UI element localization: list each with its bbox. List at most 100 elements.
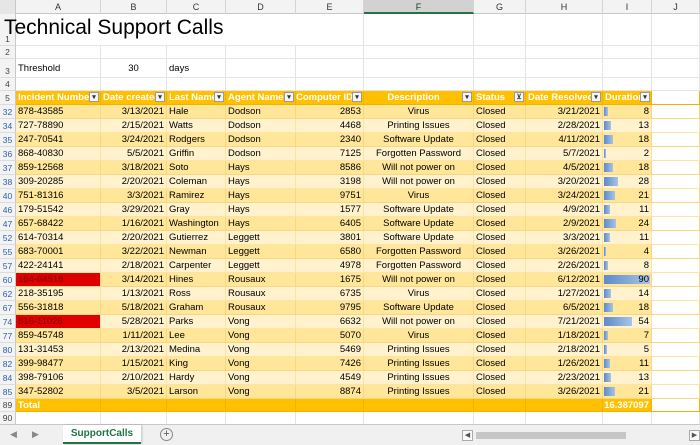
grid-cell[interactable] — [474, 14, 526, 46]
incident-number-cell[interactable]: 556-31818 — [16, 301, 101, 315]
duration-cell[interactable]: 11 — [603, 357, 652, 371]
grid-cell[interactable] — [652, 315, 700, 329]
column-header-g[interactable]: G — [474, 0, 526, 14]
column-header-a[interactable]: A — [16, 0, 101, 14]
agent-name-cell[interactable]: Vong — [226, 357, 296, 371]
incident-number-cell[interactable]: 164-64518 — [16, 273, 101, 287]
grid-cell[interactable] — [652, 203, 700, 217]
agent-name-cell[interactable]: Rousaux — [226, 273, 296, 287]
row-number[interactable]: 34 — [0, 119, 16, 133]
last-name-cell[interactable]: Soto — [167, 161, 226, 175]
date-created-cell[interactable]: 5/18/2021 — [101, 301, 167, 315]
grid-cell[interactable] — [652, 385, 700, 399]
description-cell[interactable]: Will not power on — [364, 161, 474, 175]
agent-name-cell[interactable]: Rousaux — [226, 287, 296, 301]
status-cell[interactable]: Closed — [474, 287, 526, 301]
grid-cell[interactable] — [474, 412, 526, 424]
grid-cell[interactable] — [652, 273, 700, 287]
grid-cell[interactable] — [652, 371, 700, 385]
filter-dropdown-icon[interactable]: ▾ — [462, 92, 472, 102]
grid-cell[interactable] — [226, 46, 296, 59]
grid-cell[interactable] — [364, 14, 474, 46]
status-cell[interactable]: Closed — [474, 371, 526, 385]
last-name-cell[interactable]: Rodgers — [167, 133, 226, 147]
date-created-cell[interactable]: 3/14/2021 — [101, 273, 167, 287]
description-cell[interactable]: Printing Issues — [364, 119, 474, 133]
agent-name-cell[interactable]: Leggett — [226, 245, 296, 259]
description-cell[interactable]: Virus — [364, 105, 474, 119]
date-resolved-cell[interactable]: 2/9/2021 — [526, 217, 603, 231]
duration-cell[interactable]: 90 — [603, 273, 652, 287]
total-value[interactable]: 16.387097 — [603, 399, 652, 412]
grid-cell[interactable] — [296, 46, 364, 59]
last-name-cell[interactable]: Newman — [167, 245, 226, 259]
status-cell[interactable]: Closed — [474, 329, 526, 343]
status-cell[interactable]: Closed — [474, 119, 526, 133]
grid-cell[interactable] — [167, 78, 226, 91]
description-cell[interactable]: Virus — [364, 329, 474, 343]
date-created-cell[interactable]: 1/11/2021 — [101, 329, 167, 343]
grid-cell[interactable] — [526, 78, 603, 91]
date-resolved-cell[interactable]: 3/26/2021 — [526, 385, 603, 399]
horizontal-scrollbar[interactable]: ◀ ▶ — [462, 430, 700, 441]
duration-cell[interactable]: 7 — [603, 329, 652, 343]
grid-cell[interactable] — [652, 161, 700, 175]
grid-cell[interactable] — [364, 412, 474, 424]
description-cell[interactable]: Forgotten Password — [364, 147, 474, 161]
grid-cell[interactable] — [296, 14, 364, 46]
last-name-cell[interactable]: Washington — [167, 217, 226, 231]
duration-cell[interactable]: 4 — [603, 245, 652, 259]
date-resolved-cell[interactable]: 3/21/2021 — [526, 105, 603, 119]
date-created-cell[interactable]: 2/20/2021 — [101, 231, 167, 245]
date-resolved-cell[interactable]: 2/23/2021 — [526, 371, 603, 385]
sheet-tab-supportcalls[interactable]: SupportCalls — [63, 425, 141, 444]
total-blank-cell[interactable] — [364, 399, 474, 412]
grid-cell[interactable] — [526, 412, 603, 424]
duration-cell[interactable]: 14 — [603, 287, 652, 301]
status-cell[interactable]: Closed — [474, 385, 526, 399]
grid-cell[interactable] — [526, 46, 603, 59]
grid-cell[interactable] — [101, 412, 167, 424]
duration-cell[interactable]: 24 — [603, 217, 652, 231]
date-created-cell[interactable]: 2/18/2021 — [101, 259, 167, 273]
grid-cell[interactable] — [652, 14, 700, 46]
status-cell[interactable]: Closed — [474, 133, 526, 147]
grid-cell[interactable] — [652, 412, 700, 424]
description-cell[interactable]: Printing Issues — [364, 371, 474, 385]
computer-id-cell[interactable]: 6405 — [296, 217, 364, 231]
computer-id-cell[interactable]: 9795 — [296, 301, 364, 315]
last-name-cell[interactable]: Ross — [167, 287, 226, 301]
incident-number-cell[interactable]: 878-43585 — [16, 105, 101, 119]
total-label[interactable]: Total — [16, 399, 101, 412]
row-number[interactable]: 4 — [0, 78, 16, 91]
row-number[interactable]: 67 — [0, 301, 16, 315]
duration-cell[interactable]: 18 — [603, 133, 652, 147]
grid-cell[interactable] — [474, 78, 526, 91]
description-cell[interactable]: Software Update — [364, 133, 474, 147]
total-blank-cell[interactable] — [167, 399, 226, 412]
row-number[interactable]: 60 — [0, 273, 16, 287]
grid-cell[interactable] — [16, 412, 101, 424]
date-created-cell[interactable]: 2/10/2021 — [101, 371, 167, 385]
row-number[interactable]: 89 — [0, 399, 16, 412]
duration-cell[interactable]: 8 — [603, 259, 652, 273]
row-number[interactable]: 52 — [0, 231, 16, 245]
status-cell[interactable]: Closed — [474, 343, 526, 357]
date-created-cell[interactable]: 2/13/2021 — [101, 343, 167, 357]
computer-id-cell[interactable]: 4978 — [296, 259, 364, 273]
duration-cell[interactable]: 5 — [603, 343, 652, 357]
date-resolved-cell[interactable]: 3/3/2021 — [526, 231, 603, 245]
grid-cell[interactable] — [652, 78, 700, 91]
total-blank-cell[interactable] — [474, 399, 526, 412]
header-date-created[interactable]: Date created ▾ — [101, 91, 167, 105]
computer-id-cell[interactable]: 3198 — [296, 175, 364, 189]
incident-number-cell[interactable]: 247-70541 — [16, 133, 101, 147]
description-cell[interactable]: Virus — [364, 189, 474, 203]
duration-cell[interactable]: 18 — [603, 301, 652, 315]
header-duration[interactable]: Duration ▾ — [603, 91, 652, 105]
row-number[interactable]: 32 — [0, 105, 16, 119]
duration-cell[interactable]: 11 — [603, 203, 652, 217]
grid-cell[interactable] — [296, 78, 364, 91]
filter-dropdown-icon[interactable]: ⊻ — [514, 92, 524, 102]
status-cell[interactable]: Closed — [474, 175, 526, 189]
